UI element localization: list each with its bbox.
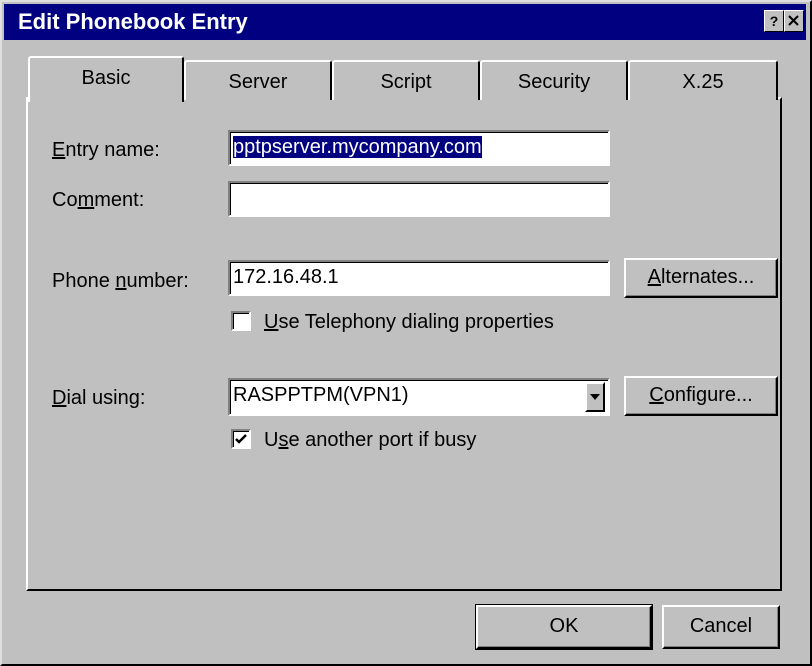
tab-page-basic bbox=[26, 97, 782, 591]
button-text: onfigure... bbox=[663, 384, 753, 406]
label-hotkey: U bbox=[264, 311, 279, 333]
dial-using-value: RASPPTPM(VPN1) bbox=[233, 384, 409, 406]
label-hotkey: D bbox=[52, 387, 67, 409]
label-text: e another port if busy bbox=[288, 429, 477, 451]
chevron-down-icon bbox=[590, 394, 600, 400]
label-text: ial using: bbox=[66, 387, 146, 409]
telephony-checkbox-label[interactable]: Use Telephony dialing properties bbox=[264, 308, 554, 336]
phone-number-label: Phone number: bbox=[52, 267, 189, 295]
label-text: umber: bbox=[126, 270, 189, 292]
label-text: U bbox=[264, 429, 279, 451]
telephony-checkbox[interactable] bbox=[231, 311, 251, 331]
label-text: ntry name: bbox=[65, 139, 160, 161]
label-text: Co bbox=[52, 189, 78, 211]
another-port-checkbox[interactable] bbox=[231, 429, 251, 449]
alternates-button[interactable]: Alternates... bbox=[624, 258, 778, 298]
dial-using-label: Dial using: bbox=[52, 384, 145, 412]
entry-name-label: Entry name: bbox=[52, 136, 160, 164]
dial-using-select[interactable]: RASPPTPM(VPN1) bbox=[228, 378, 610, 416]
phone-number-field[interactable]: 172.16.48.1 bbox=[228, 260, 610, 296]
comment-label: Comment: bbox=[52, 186, 144, 214]
tab-basic[interactable]: Basic bbox=[28, 56, 184, 102]
close-icon bbox=[788, 15, 799, 26]
label-hotkey: s bbox=[278, 429, 289, 451]
comment-field[interactable] bbox=[228, 181, 610, 217]
entry-name-value: pptpserver.mycompany.com bbox=[233, 136, 482, 158]
entry-name-field[interactable]: pptpserver.mycompany.com bbox=[228, 130, 610, 166]
label-hotkey: m bbox=[77, 189, 95, 211]
phone-number-value: 172.16.48.1 bbox=[233, 266, 339, 288]
label-text: ment: bbox=[94, 189, 145, 211]
checkmark-icon bbox=[235, 434, 247, 444]
label-hotkey: E bbox=[52, 139, 66, 161]
button-hotkey: A bbox=[647, 266, 661, 288]
help-button[interactable]: ? bbox=[764, 10, 784, 32]
title-bar[interactable]: Edit Phonebook Entry ? bbox=[4, 4, 806, 40]
button-hotkey: C bbox=[649, 384, 664, 406]
ok-button[interactable]: OK bbox=[475, 604, 653, 650]
close-button[interactable] bbox=[784, 10, 804, 32]
label-text: se Telephony dialing properties bbox=[278, 311, 554, 333]
tab-server[interactable]: Server bbox=[184, 60, 332, 100]
window-title: Edit Phonebook Entry bbox=[18, 9, 248, 34]
label-text: Phone bbox=[52, 270, 116, 292]
dropdown-button[interactable] bbox=[585, 382, 605, 412]
configure-button[interactable]: Configure... bbox=[624, 376, 778, 416]
cancel-button[interactable]: Cancel bbox=[662, 605, 780, 649]
button-text: lternates... bbox=[660, 266, 755, 288]
label-hotkey: n bbox=[115, 270, 127, 292]
tab-x25[interactable]: X.25 bbox=[628, 60, 778, 100]
tab-script[interactable]: Script bbox=[332, 60, 480, 100]
another-port-checkbox-label[interactable]: Use another port if busy bbox=[264, 426, 476, 454]
tab-security[interactable]: Security bbox=[480, 60, 628, 100]
